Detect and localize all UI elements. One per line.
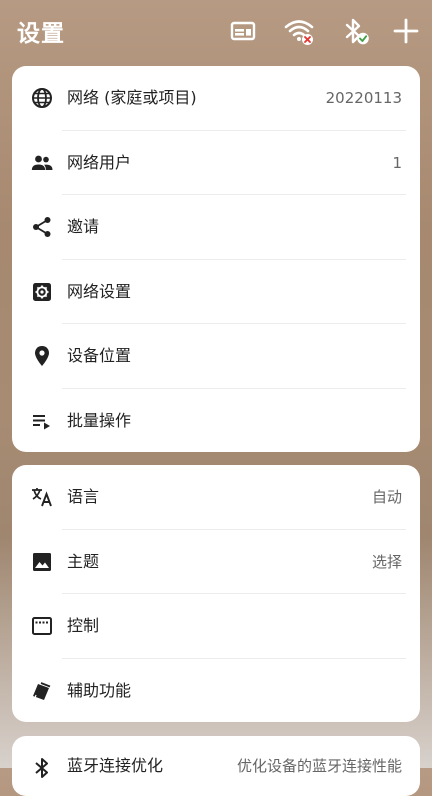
top-bar: 设置 xyxy=(0,0,432,64)
list-item-network[interactable]: 网络 (家庭或项目) 20220113 xyxy=(12,66,420,131)
list-item-label: 语言 xyxy=(67,487,100,506)
card-icon[interactable] xyxy=(228,16,258,46)
batch-list-icon xyxy=(30,409,54,433)
list-item-value: 优化设备的蓝牙连接性能 xyxy=(236,757,402,775)
list-item-label: 网络用户 xyxy=(67,152,132,172)
globe-icon xyxy=(30,86,54,110)
list-item-label: 批量操作 xyxy=(67,410,132,430)
list-item-control[interactable]: 控制 xyxy=(12,594,420,659)
bluetooth-card: 蓝牙连接优化 优化设备的蓝牙连接性能 xyxy=(12,736,420,796)
wifi-off-icon[interactable] xyxy=(284,16,314,46)
list-item-value: 选择 xyxy=(371,552,402,571)
list-item-invite[interactable]: 邀请 xyxy=(12,195,420,260)
location-pin-icon xyxy=(30,344,54,368)
list-item-batch-ops[interactable]: 批量操作 xyxy=(12,389,420,453)
list-item-accessibility[interactable]: 辅助功能 xyxy=(12,659,420,723)
control-window-icon xyxy=(30,614,54,638)
list-item-value: 自动 xyxy=(371,488,402,506)
list-item-language[interactable]: 语言 自动 xyxy=(12,465,420,530)
list-item-label: 设备位置 xyxy=(67,346,132,365)
share-icon xyxy=(30,215,54,239)
page-title: 设置 xyxy=(17,21,65,47)
accessibility-cards-icon xyxy=(30,679,54,703)
list-item-value: 1 xyxy=(392,153,402,172)
network-settings-card: 网络 (家庭或项目) 20220113 网络用户 1 邀请 网络设置 设备位置 xyxy=(12,66,420,452)
list-item-label: 蓝牙连接优化 xyxy=(67,756,164,775)
image-icon xyxy=(30,550,54,574)
list-item-device-location[interactable]: 设备位置 xyxy=(12,324,420,389)
list-item-label: 网络设置 xyxy=(67,281,132,301)
people-icon xyxy=(30,151,54,175)
list-item-label: 辅助功能 xyxy=(67,680,132,700)
list-item-label: 邀请 xyxy=(67,217,100,236)
gear-icon xyxy=(30,280,54,304)
list-item-value: 20220113 xyxy=(325,89,402,107)
list-item-network-settings[interactable]: 网络设置 xyxy=(12,260,420,324)
translate-icon xyxy=(30,485,54,509)
plus-icon[interactable] xyxy=(391,16,421,46)
list-item-label: 控制 xyxy=(67,616,100,635)
preferences-card: 语言 自动 主题 选择 控制 辅助功能 xyxy=(12,465,420,722)
list-item-network-users[interactable]: 网络用户 1 xyxy=(12,131,420,195)
list-item-label: 主题 xyxy=(67,551,100,571)
list-item-label: 网络 (家庭或项目) xyxy=(67,88,197,107)
list-item-bluetooth-optimization[interactable]: 蓝牙连接优化 优化设备的蓝牙连接性能 xyxy=(12,736,420,796)
bluetooth-connected-icon[interactable] xyxy=(340,16,370,46)
bluetooth-icon xyxy=(30,756,54,780)
list-item-theme[interactable]: 主题 选择 xyxy=(12,530,420,594)
